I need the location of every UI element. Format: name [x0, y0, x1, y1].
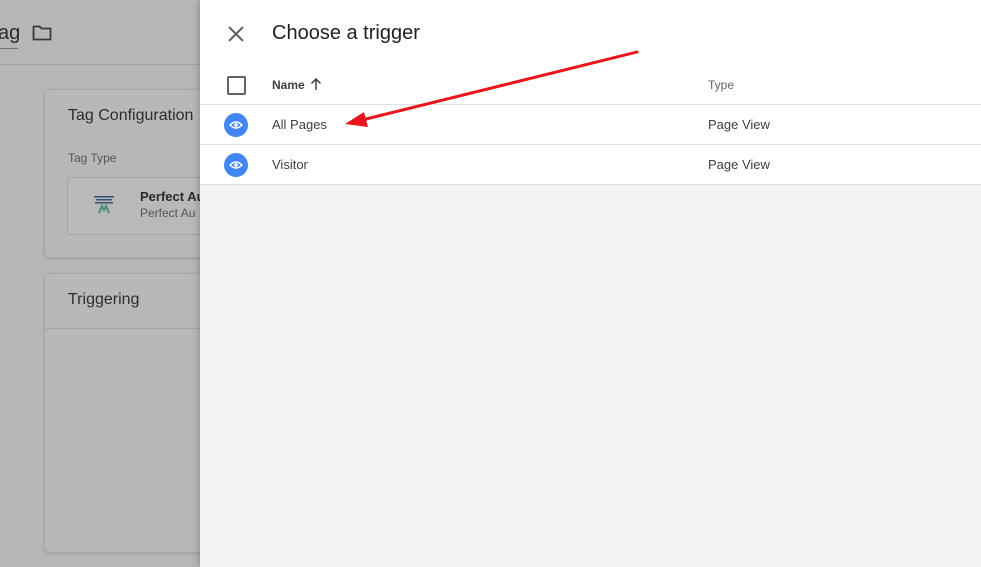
trigger-type: Page View	[708, 117, 770, 132]
tag-type-name: Perfect Au	[140, 189, 205, 204]
tag-type-label: Tag Type	[68, 151, 117, 165]
tag-type-description: Perfect Au	[140, 206, 196, 220]
trigger-name: Visitor	[272, 157, 308, 172]
panel-title: Choose a trigger	[272, 22, 420, 44]
column-header-type[interactable]: Type	[708, 78, 734, 92]
select-all-checkbox[interactable]	[227, 76, 246, 95]
close-icon[interactable]	[224, 22, 248, 46]
tag-name-title: ag	[0, 22, 21, 44]
triggering-card: Triggering	[44, 273, 216, 553]
folder-icon	[32, 25, 52, 41]
perfect-audience-logo-icon	[94, 196, 114, 214]
eye-icon	[224, 113, 248, 137]
triggering-title: Triggering	[68, 291, 140, 308]
background-editor: ag Tag Configuration Tag Type Perfect Au…	[0, 0, 229, 567]
choose-trigger-panel: Choose a trigger Name Type All Pages Pag…	[200, 0, 981, 567]
tag-configuration-title: Tag Configuration	[68, 107, 194, 124]
trigger-name: All Pages	[272, 117, 327, 132]
tag-configuration-card: Tag Configuration Tag Type Perfect Au Pe…	[44, 89, 229, 258]
trigger-row-all-pages[interactable]: All Pages Page View	[200, 105, 981, 145]
triggering-divider	[45, 328, 215, 329]
trigger-row-visitor[interactable]: Visitor Page View	[200, 145, 981, 185]
title-underline	[0, 48, 18, 49]
eye-icon	[224, 153, 248, 177]
trigger-type: Page View	[708, 157, 770, 172]
panel-header: Choose a trigger Name Type	[200, 0, 981, 105]
background-header: ag	[0, 0, 200, 65]
sort-ascending-icon[interactable]	[310, 77, 322, 91]
column-header-name[interactable]: Name	[272, 78, 305, 92]
